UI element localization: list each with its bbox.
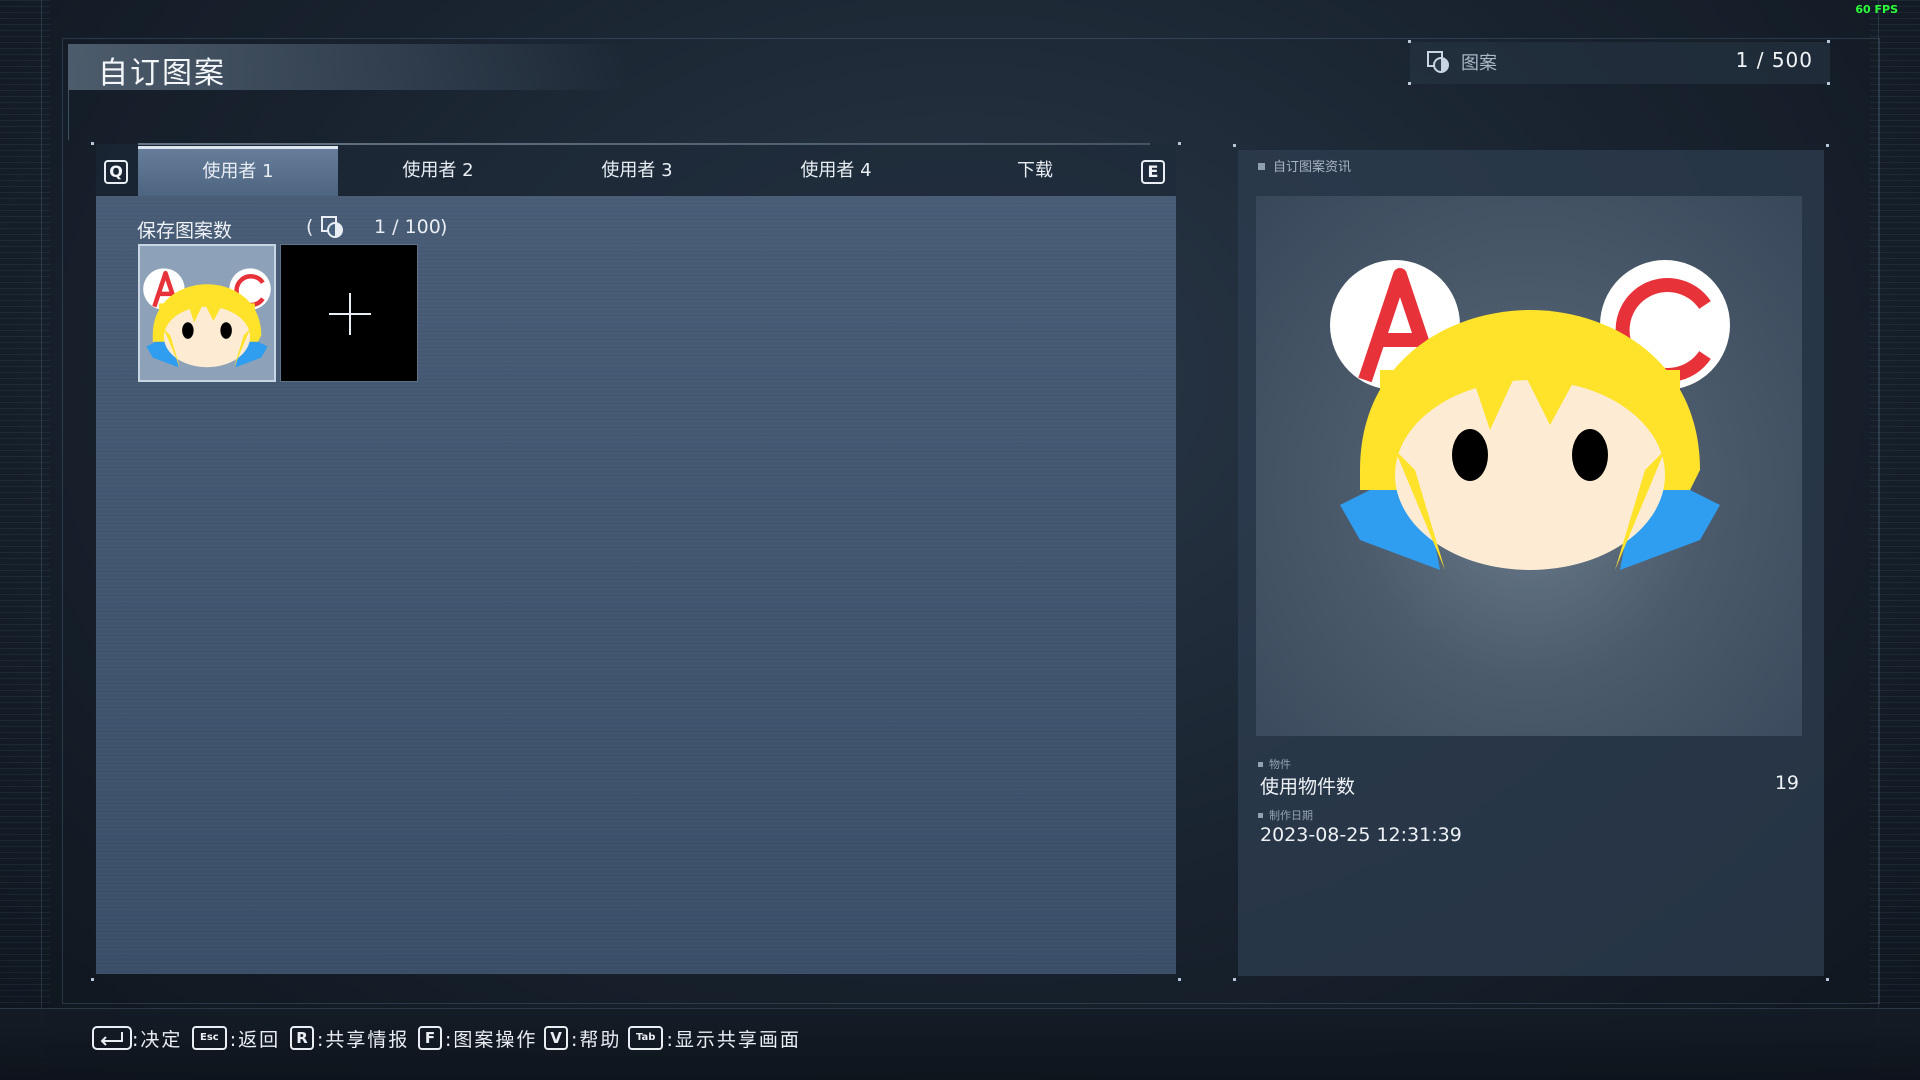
hint-back-label: :返回 (229, 1028, 281, 1051)
saved-paren-close: ) (440, 216, 448, 238)
esc-key: Esc (192, 1026, 227, 1050)
hint-emblem-ops-label: :图案操作 (445, 1028, 538, 1051)
corner-dot (1827, 82, 1830, 85)
corner-dot (1233, 978, 1236, 981)
add-emblem-button[interactable] (280, 244, 418, 382)
tab-key: Tab (628, 1026, 664, 1050)
emblem-counter-label: 图案 (1461, 53, 1497, 74)
emblem-icon (1427, 51, 1449, 73)
f-key: F (418, 1026, 442, 1050)
hint-share-info-label: :共享情报 (317, 1028, 410, 1051)
v-key: V (544, 1026, 568, 1050)
corner-dot (91, 142, 94, 145)
parts-category: 物件 (1258, 756, 1291, 772)
hint-help-label: :帮助 (571, 1028, 622, 1051)
saved-count-value: 1 / 100 (374, 216, 441, 238)
created-date: 2023-08-25 12:31:39 (1260, 824, 1462, 846)
hint-confirm[interactable]: :决定 (92, 1025, 182, 1051)
left-decor-strip (0, 0, 50, 1080)
corner-dot (1408, 82, 1411, 85)
enter-icon (92, 1026, 132, 1050)
tab-user-3[interactable]: 使用者 3 (537, 146, 737, 196)
saved-count-label: 保存图案数 (137, 220, 233, 242)
corner-dot (1178, 978, 1181, 981)
tab-download[interactable]: 下载 (935, 146, 1135, 196)
r-key: R (290, 1026, 314, 1050)
tab-top-line (138, 143, 1150, 145)
prev-tab-key[interactable]: Q (104, 160, 128, 184)
corner-dot (1826, 144, 1829, 147)
tab-user-2[interactable]: 使用者 2 (338, 146, 538, 196)
hint-share-screen[interactable]: Tab :显示共享画面 (628, 1025, 801, 1051)
page-title: 自订图案 (98, 56, 226, 91)
corner-dot (1826, 978, 1829, 981)
info-header: 自订图案资讯 (1258, 156, 1351, 175)
control-hints-bar (0, 1008, 1920, 1080)
parts-label: 使用物件数 (1260, 776, 1356, 798)
fps-counter: 60 FPS (1855, 3, 1898, 16)
title-divider (68, 90, 69, 140)
tab-user-1[interactable]: 使用者 1 (138, 146, 338, 196)
hint-help[interactable]: V :帮助 (544, 1025, 621, 1051)
tab-user-4[interactable]: 使用者 4 (736, 146, 936, 196)
chibi-emblem-icon (1330, 260, 1730, 570)
parts-value: 19 (1774, 772, 1799, 794)
corner-dot (1827, 40, 1830, 43)
emblem-icon (321, 216, 343, 238)
corner-dot (1408, 40, 1411, 43)
date-category: 制作日期 (1258, 807, 1313, 823)
next-tab-key[interactable]: E (1141, 160, 1165, 184)
corner-dot (91, 978, 94, 981)
hint-back[interactable]: Esc :返回 (192, 1025, 280, 1051)
hint-emblem-ops[interactable]: F :图案操作 (418, 1025, 537, 1051)
hint-share-info[interactable]: R :共享情报 (290, 1025, 409, 1051)
corner-dot (1178, 142, 1181, 145)
chibi-emblem-icon (143, 268, 271, 368)
saved-paren-open: ( (306, 216, 314, 238)
emblem-thumbnail[interactable] (138, 244, 276, 382)
plus-icon-vertical (349, 293, 351, 335)
emblem-counter-value: 1 / 500 (1735, 48, 1813, 72)
hint-confirm-label: :决定 (132, 1028, 183, 1051)
hint-share-screen-label: :显示共享画面 (666, 1028, 801, 1051)
corner-dot (1233, 144, 1236, 147)
